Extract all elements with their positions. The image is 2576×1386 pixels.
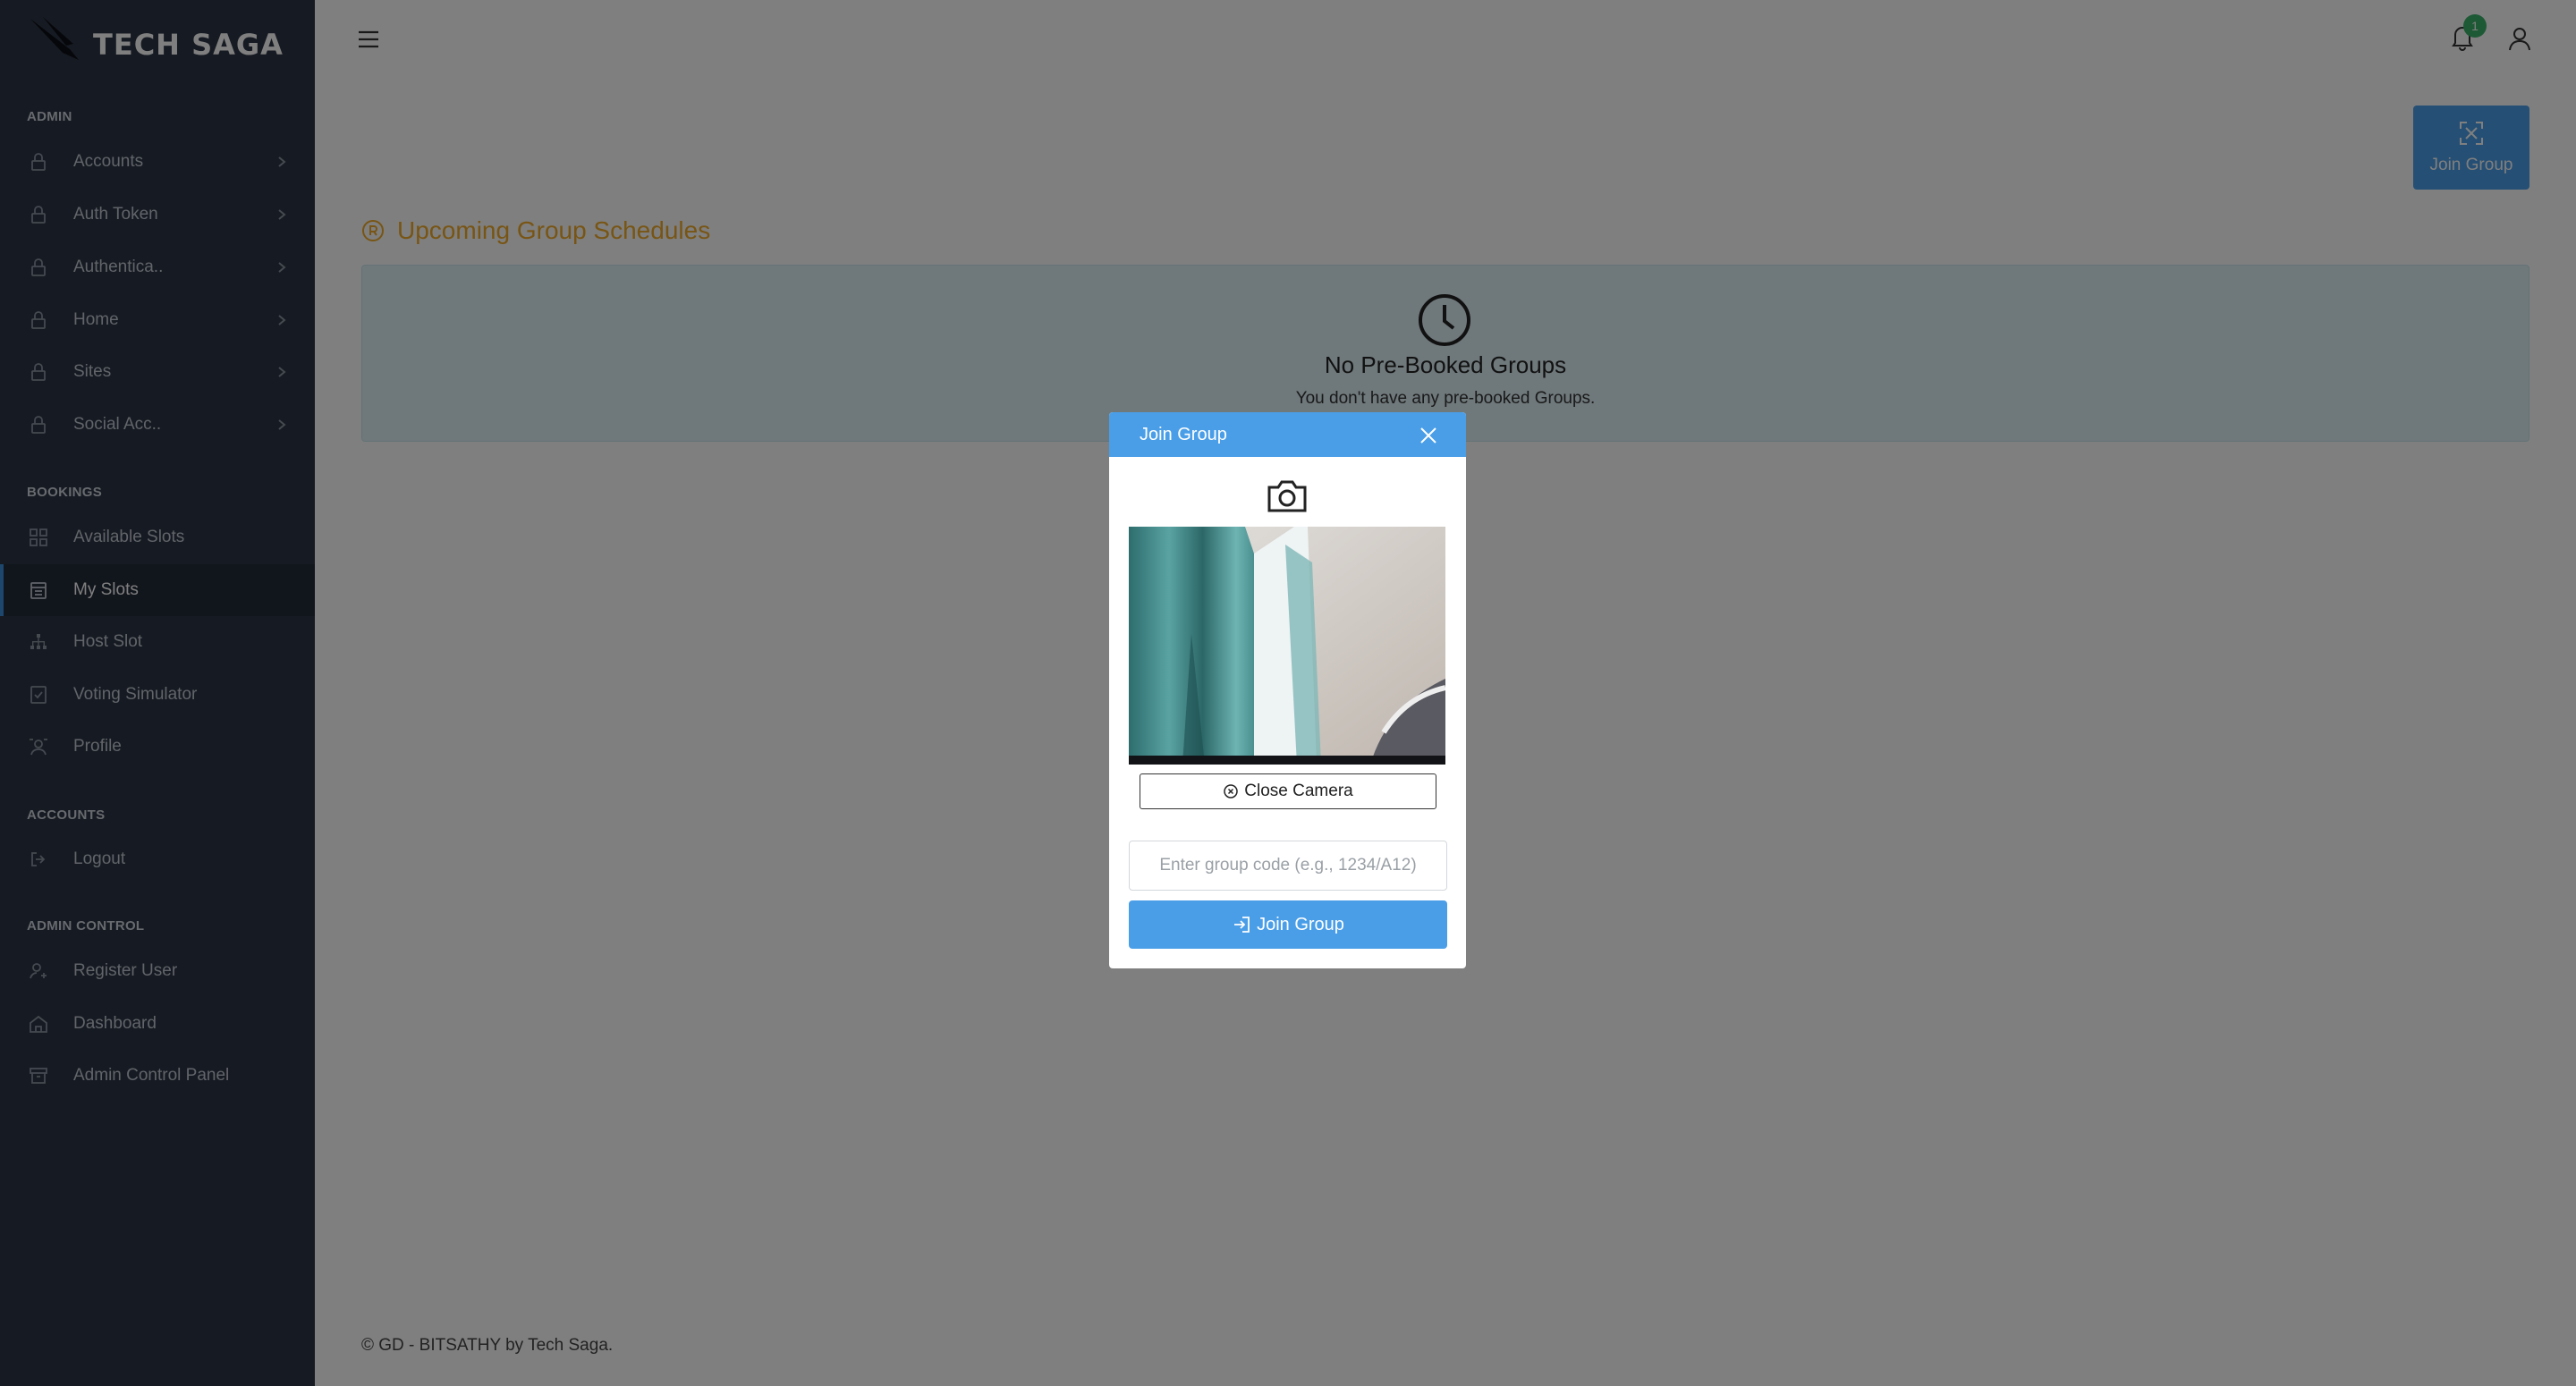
- join-group-modal: Join Group Close Camera Enter group code…: [1109, 412, 1466, 968]
- camera-feed-image: [1129, 527, 1445, 765]
- camera-icon: [1267, 480, 1307, 512]
- modal-header: Join Group: [1109, 412, 1466, 457]
- close-camera-label: Close Camera: [1244, 782, 1353, 800]
- close-circle-icon: [1224, 784, 1239, 799]
- camera-preview: [1129, 527, 1445, 765]
- modal-join-group-button[interactable]: Join Group: [1129, 900, 1447, 949]
- close-camera-button[interactable]: Close Camera: [1140, 773, 1436, 809]
- sign-in-icon: [1234, 917, 1250, 933]
- modal-join-label: Join Group: [1257, 914, 1344, 934]
- close-icon[interactable]: [1418, 425, 1439, 446]
- modal-title: Join Group: [1140, 424, 1227, 444]
- group-code-input[interactable]: [1129, 841, 1447, 891]
